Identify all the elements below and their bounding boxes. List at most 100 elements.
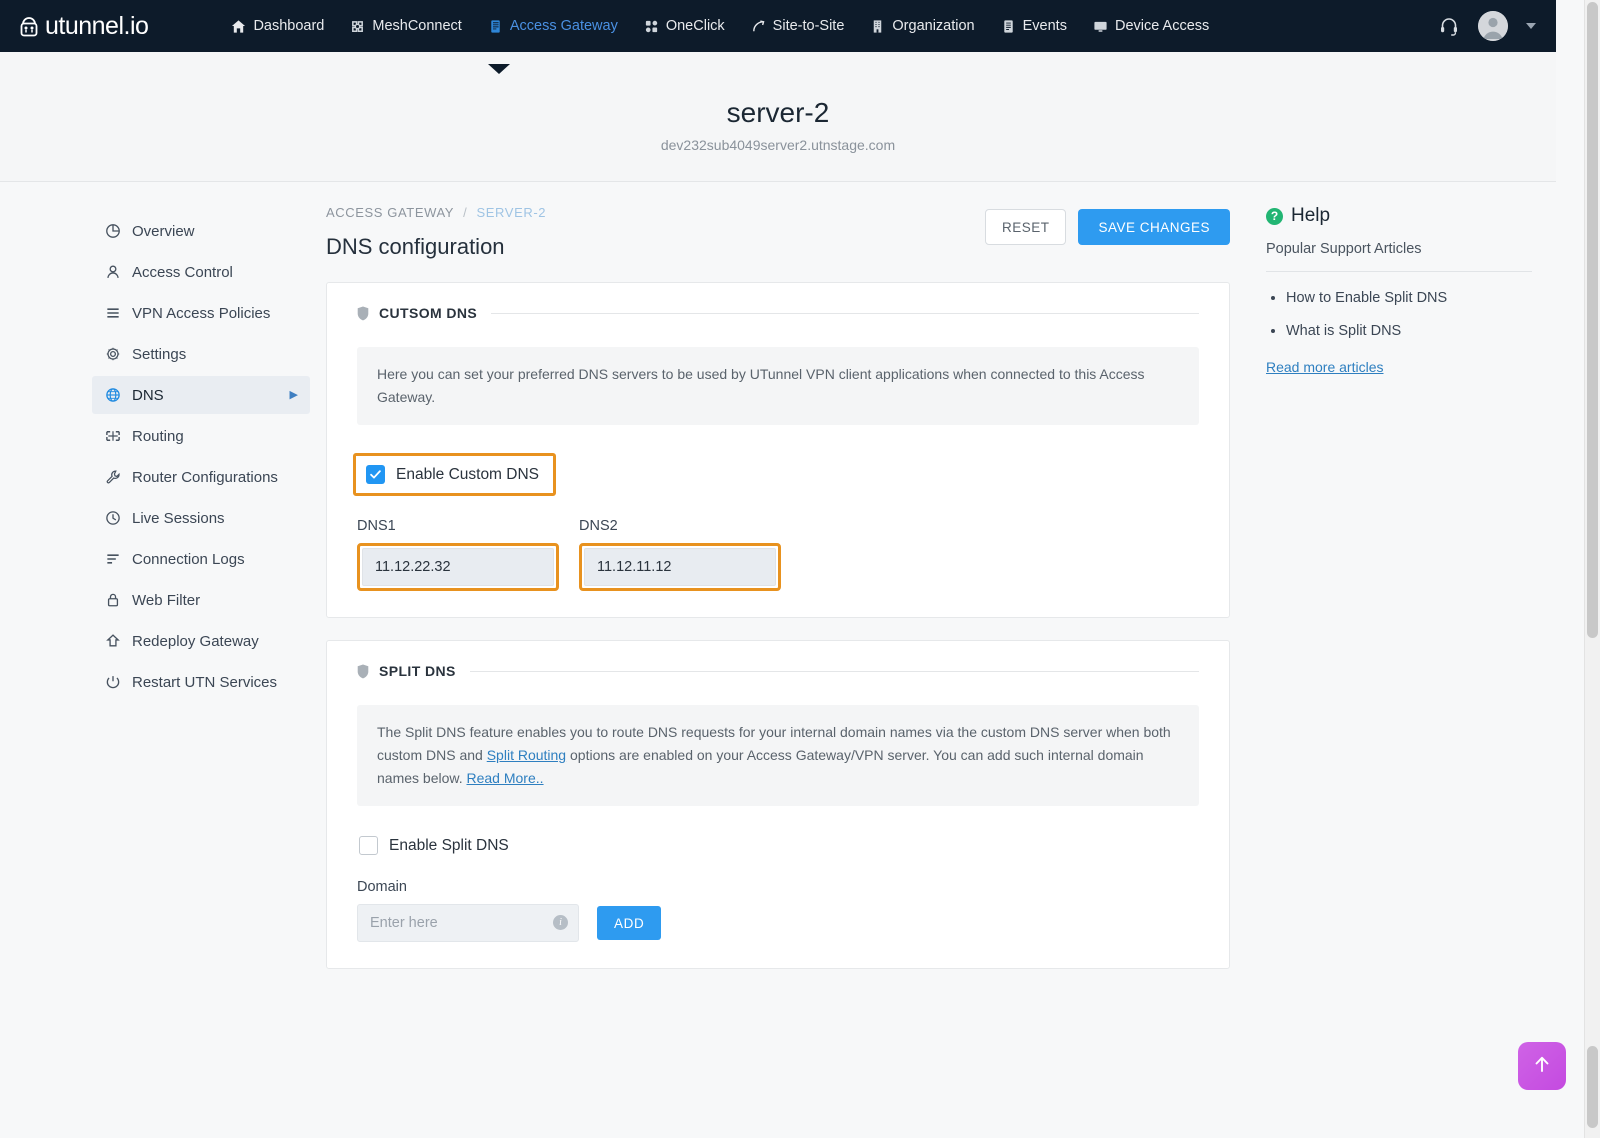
sidebar-item-web-filter[interactable]: Web Filter <box>92 581 310 619</box>
nav-item-meshconnect[interactable]: MeshConnect <box>337 12 474 40</box>
split-dns-section-header: SPLIT DNS <box>357 663 1199 679</box>
main-content: ACCESS GATEWAY / SERVER-2 DNS configurat… <box>326 183 1256 1138</box>
sidebar-item-router-configurations[interactable]: Router Configurations <box>92 458 310 496</box>
read-more-articles-link[interactable]: Read more articles <box>1266 359 1384 375</box>
sidebar-item-dns[interactable]: DNS ▶ <box>92 376 310 414</box>
sidebar-item-label: Restart UTN Services <box>132 673 278 691</box>
nav-item-dashboard[interactable]: Dashboard <box>218 12 337 40</box>
sidebar-item-restart-utn-services[interactable]: Restart UTN Services <box>92 663 310 701</box>
sidebar-item-routing[interactable]: Routing <box>92 417 310 455</box>
app-page: utunnel.io Dashboard MeshConnect Access … <box>0 0 1600 1138</box>
read-more-link[interactable]: Read More.. <box>467 770 544 786</box>
server-hostname: dev232sub4049server2.utnstage.com <box>660 136 896 153</box>
sidebar-item-label: Connection Logs <box>132 550 245 568</box>
events-list-icon <box>1001 19 1016 34</box>
nav-label: Events <box>1022 18 1067 34</box>
chevron-down-icon <box>1526 23 1536 29</box>
body-container: Overview Access Control VPN Access Polic… <box>0 183 1556 1138</box>
nav-label: Device Access <box>1114 18 1210 34</box>
custom-dns-section-title: CUTSOM DNS <box>379 305 478 321</box>
user-menu[interactable] <box>1478 11 1536 41</box>
breadcrumb-and-actions: ACCESS GATEWAY / SERVER-2 DNS configurat… <box>326 205 1256 260</box>
help-panel: ? Help Popular Support Articles How to E… <box>1256 183 1556 1138</box>
brand-logo[interactable]: utunnel.io <box>16 11 149 41</box>
nav-menu: Dashboard MeshConnect Access Gateway One… <box>218 12 1222 74</box>
nav-item-events[interactable]: Events <box>988 12 1080 40</box>
section-page-title: DNS configuration <box>326 234 505 259</box>
lock-icon <box>104 592 121 609</box>
nav-item-organization[interactable]: Organization <box>857 12 987 40</box>
sidebar-item-settings[interactable]: Settings <box>92 335 310 373</box>
enable-split-dns-label: Enable Split DNS <box>389 836 509 854</box>
domain-label: Domain <box>357 879 407 896</box>
sidebar-item-connection-logs[interactable]: Connection Logs <box>92 540 310 578</box>
sidebar-item-label: Overview <box>132 222 195 240</box>
person-icon <box>104 264 121 281</box>
shield-icon <box>357 664 369 679</box>
sidebar-item-label: Web Filter <box>132 591 201 609</box>
headset-icon[interactable] <box>1436 13 1462 39</box>
breadcrumb: ACCESS GATEWAY / SERVER-2 <box>326 205 985 220</box>
clock-icon <box>104 510 121 527</box>
nav-label: Access Gateway <box>509 18 618 34</box>
sidebar-item-redeploy-gateway[interactable]: Redeploy Gateway <box>92 622 310 660</box>
dns2-input[interactable] <box>584 548 776 587</box>
sidebar-item-label: Live Sessions <box>132 509 225 527</box>
breadcrumb-separator: / <box>463 205 468 220</box>
domain-input-row: i ADD <box>357 904 1199 943</box>
sidebar-item-live-sessions[interactable]: Live Sessions <box>92 499 310 537</box>
monitor-icon <box>1093 19 1108 34</box>
chevron-right-icon: ▶ <box>289 388 298 401</box>
link-arrow-icon <box>751 19 766 34</box>
domain-input-wrapper: i <box>357 904 579 943</box>
save-changes-button[interactable]: SAVE CHANGES <box>1078 209 1230 245</box>
nav-item-access-gateway[interactable]: Access Gateway <box>475 12 631 74</box>
sidebar-item-vpn-access-policies[interactable]: VPN Access Policies <box>92 294 310 332</box>
four-squares-icon <box>644 19 659 34</box>
enable-split-dns-row[interactable]: Enable Split DNS <box>359 836 1199 856</box>
nav-item-device-access[interactable]: Device Access <box>1080 12 1222 40</box>
sidebar-item-label: Redeploy Gateway <box>132 632 259 650</box>
dns2-field-group: DNS2 <box>579 518 781 592</box>
gear-icon <box>104 346 121 363</box>
help-article-item[interactable]: How to Enable Split DNS <box>1286 290 1532 306</box>
breadcrumb-current[interactable]: SERVER-2 <box>477 205 547 220</box>
dns2-label: DNS2 <box>579 518 618 535</box>
help-article-list: How to Enable Split DNS What is Split DN… <box>1266 290 1532 339</box>
sidebar-item-access-control[interactable]: Access Control <box>92 253 310 291</box>
sidebar-item-label: Settings <box>132 345 187 363</box>
vertical-scrollbar-thumb-lower[interactable] <box>1587 1046 1598 1128</box>
help-article-item[interactable]: What is Split DNS <box>1286 323 1532 339</box>
section-divider <box>469 670 1199 672</box>
logs-icon <box>104 551 121 568</box>
domain-input[interactable] <box>357 904 579 943</box>
reset-button[interactable]: RESET <box>984 209 1067 245</box>
breadcrumb-root[interactable]: ACCESS GATEWAY <box>326 205 454 220</box>
vertical-scrollbar-track[interactable] <box>1584 0 1600 1138</box>
sidebar-item-overview[interactable]: Overview <box>92 212 310 250</box>
dns2-highlight-box <box>579 543 781 592</box>
custom-dns-note: Here you can set your preferred DNS serv… <box>357 347 1199 426</box>
split-dns-note: The Split DNS feature enables you to rou… <box>357 705 1199 807</box>
section-divider <box>491 312 1199 314</box>
active-tab-caret-icon <box>487 64 510 74</box>
enable-split-dns-checkbox[interactable] <box>359 836 378 856</box>
routing-nodes-icon <box>104 428 121 445</box>
dns1-field-group: DNS1 <box>357 518 559 592</box>
sidebar-item-label: VPN Access Policies <box>132 304 271 322</box>
dns1-label: DNS1 <box>357 518 396 535</box>
vertical-scrollbar-thumb[interactable] <box>1587 2 1598 638</box>
nav-item-site-to-site[interactable]: Site-to-Site <box>738 12 858 40</box>
add-domain-button[interactable]: ADD <box>597 906 662 941</box>
enable-custom-dns-checkbox[interactable] <box>366 465 385 485</box>
building-icon <box>870 19 885 34</box>
split-routing-link[interactable]: Split Routing <box>487 747 566 763</box>
dns1-highlight-box <box>357 543 559 592</box>
dns1-input[interactable] <box>362 548 554 587</box>
breadcrumb-block: ACCESS GATEWAY / SERVER-2 DNS configurat… <box>326 205 985 260</box>
enable-custom-dns-row[interactable]: Enable Custom DNS <box>353 453 557 497</box>
scroll-to-top-button[interactable] <box>1518 1042 1566 1090</box>
wrench-icon <box>104 469 121 486</box>
nav-item-oneclick[interactable]: OneClick <box>631 12 738 40</box>
brand-text: utunnel.io <box>45 11 149 40</box>
